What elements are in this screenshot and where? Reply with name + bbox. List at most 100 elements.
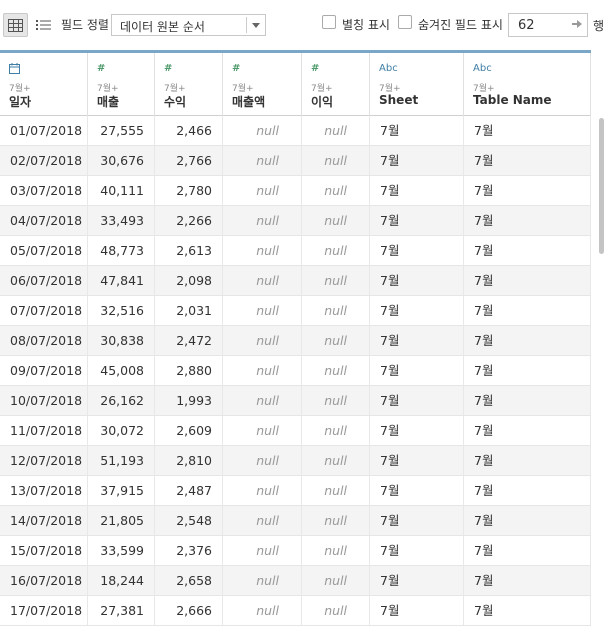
table-row[interactable]: 05/07/2018 48,773 2,613 null null 7월 7월 (0, 236, 591, 266)
table-cell: null (223, 356, 302, 385)
table-cell: 7월 (464, 326, 591, 355)
table-row[interactable]: 17/07/2018 27,381 2,666 null null 7월 7월 (0, 596, 591, 626)
table-row[interactable]: 14/07/2018 21,805 2,548 null null 7월 7월 (0, 506, 591, 536)
table-cell: null (223, 446, 302, 475)
table-cell: 14/07/2018 (0, 506, 88, 535)
column-name: 이익 (311, 95, 334, 109)
table-row[interactable]: 16/07/2018 18,244 2,658 null null 7월 7월 (0, 566, 591, 596)
table-cell: 7월 (370, 386, 464, 415)
table-cell: 7월 (464, 566, 591, 595)
arrow-right-icon[interactable] (571, 18, 583, 34)
table-cell: 18,244 (88, 566, 155, 595)
table-row[interactable]: 04/07/2018 33,493 2,266 null null 7월 7월 (0, 206, 591, 236)
table-cell: null (223, 326, 302, 355)
table-cell: null (223, 296, 302, 325)
table-row[interactable]: 03/07/2018 40,111 2,780 null null 7월 7월 (0, 176, 591, 206)
show-hidden-fields-checkbox[interactable] (398, 15, 412, 29)
table-cell: 27,381 (88, 596, 155, 625)
table-cell: 7월 (370, 416, 464, 445)
table-cell: 7월 (370, 566, 464, 595)
table-cell: 7월 (370, 356, 464, 385)
rows-unit-label: 행 (593, 19, 605, 33)
table-cell: 2,266 (155, 206, 223, 235)
table-cell: 01/07/2018 (0, 116, 88, 145)
table-cell: 7월 (464, 356, 591, 385)
table-cell: 7월 (370, 506, 464, 535)
chevron-down-icon (252, 23, 260, 28)
column-header-sales[interactable]: # 7월+ 매출 (88, 53, 155, 116)
sort-fields-dropdown[interactable]: 데이터 원본 순서 (111, 14, 266, 36)
table-row[interactable]: 10/07/2018 26,162 1,993 null null 7월 7월 (0, 386, 591, 416)
table-cell: 7월 (370, 476, 464, 505)
table-cell: 02/07/2018 (0, 146, 88, 175)
table-cell: 32,516 (88, 296, 155, 325)
column-header-date[interactable]: 7월+ 일자 (0, 53, 88, 116)
table-cell: 47,841 (88, 266, 155, 295)
column-header-table-name[interactable]: Abc 7월+ Table Name (464, 53, 591, 116)
grid-header: 7월+ 일자 # 7월+ 매출 # 7월+ 수익 # 7월+ 매출액 # 7월+… (0, 50, 591, 116)
column-name: 일자 (9, 95, 32, 109)
number-icon: # (164, 63, 173, 74)
grid-view-icon[interactable] (3, 13, 28, 37)
rows-count-input[interactable]: 62 (508, 13, 588, 37)
table-row[interactable]: 08/07/2018 30,838 2,472 null null 7월 7월 (0, 326, 591, 356)
table-row[interactable]: 06/07/2018 47,841 2,098 null null 7월 7월 (0, 266, 591, 296)
table-row[interactable]: 13/07/2018 37,915 2,487 null null 7월 7월 (0, 476, 591, 506)
table-cell: 30,072 (88, 416, 155, 445)
column-header-sheet[interactable]: Abc 7월+ Sheet (370, 53, 464, 116)
table-cell: 11/07/2018 (0, 416, 88, 445)
table-cell: 7월 (464, 296, 591, 325)
table-row[interactable]: 02/07/2018 30,676 2,766 null null 7월 7월 (0, 146, 591, 176)
table-cell: 7월 (370, 296, 464, 325)
table-cell: 33,599 (88, 536, 155, 565)
column-header-sales-amount[interactable]: # 7월+ 매출액 (223, 53, 302, 116)
table-cell: 51,193 (88, 446, 155, 475)
table-cell: null (223, 116, 302, 145)
table-row[interactable]: 15/07/2018 33,599 2,376 null null 7월 7월 (0, 536, 591, 566)
table-cell: 33,493 (88, 206, 155, 235)
table-cell: 06/07/2018 (0, 266, 88, 295)
table-row[interactable]: 09/07/2018 45,008 2,880 null null 7월 7월 (0, 356, 591, 386)
table-cell: 7월 (370, 266, 464, 295)
table-cell: null (223, 266, 302, 295)
table-row[interactable]: 11/07/2018 30,072 2,609 null null 7월 7월 (0, 416, 591, 446)
table-cell: null (302, 416, 370, 445)
table-cell: 09/07/2018 (0, 356, 88, 385)
table-cell: 2,609 (155, 416, 223, 445)
column-name: Sheet (379, 93, 419, 107)
table-cell: 07/07/2018 (0, 296, 88, 325)
table-row[interactable]: 12/07/2018 51,193 2,810 null null 7월 7월 (0, 446, 591, 476)
table-cell: 7월 (370, 176, 464, 205)
table-cell: 7월 (370, 146, 464, 175)
table-cell: null (223, 176, 302, 205)
table-cell: null (302, 356, 370, 385)
scrollbar-thumb[interactable] (599, 118, 604, 254)
column-header-profit[interactable]: # 7월+ 이익 (302, 53, 370, 116)
table-cell: 7월 (370, 326, 464, 355)
column-header-revenue[interactable]: # 7월+ 수익 (155, 53, 223, 116)
table-cell: 2,472 (155, 326, 223, 355)
table-cell: 08/07/2018 (0, 326, 88, 355)
table-cell: 2,466 (155, 116, 223, 145)
rows-count-value: 62 (518, 18, 535, 33)
show-aliases-checkbox[interactable] (322, 15, 336, 29)
table-cell: 2,548 (155, 506, 223, 535)
table-cell: null (302, 326, 370, 355)
table-cell: 37,915 (88, 476, 155, 505)
grid-body: 01/07/2018 27,555 2,466 null null 7월 7월 02/07/2… (0, 116, 591, 626)
table-cell: null (302, 176, 370, 205)
table-cell: 7월 (464, 596, 591, 625)
table-cell: 12/07/2018 (0, 446, 88, 475)
table-cell: 7월 (464, 176, 591, 205)
table-cell: 17/07/2018 (0, 596, 88, 625)
table-cell: null (302, 386, 370, 415)
table-cell: null (302, 116, 370, 145)
table-cell: 7월 (370, 206, 464, 235)
table-row[interactable]: 07/07/2018 32,516 2,031 null null 7월 7월 (0, 296, 591, 326)
table-cell: 2,613 (155, 236, 223, 265)
table-cell: 13/07/2018 (0, 476, 88, 505)
table-cell: 27,555 (88, 116, 155, 145)
list-view-icon[interactable] (31, 13, 56, 37)
table-row[interactable]: 01/07/2018 27,555 2,466 null null 7월 7월 (0, 116, 591, 146)
calendar-icon (9, 63, 20, 77)
